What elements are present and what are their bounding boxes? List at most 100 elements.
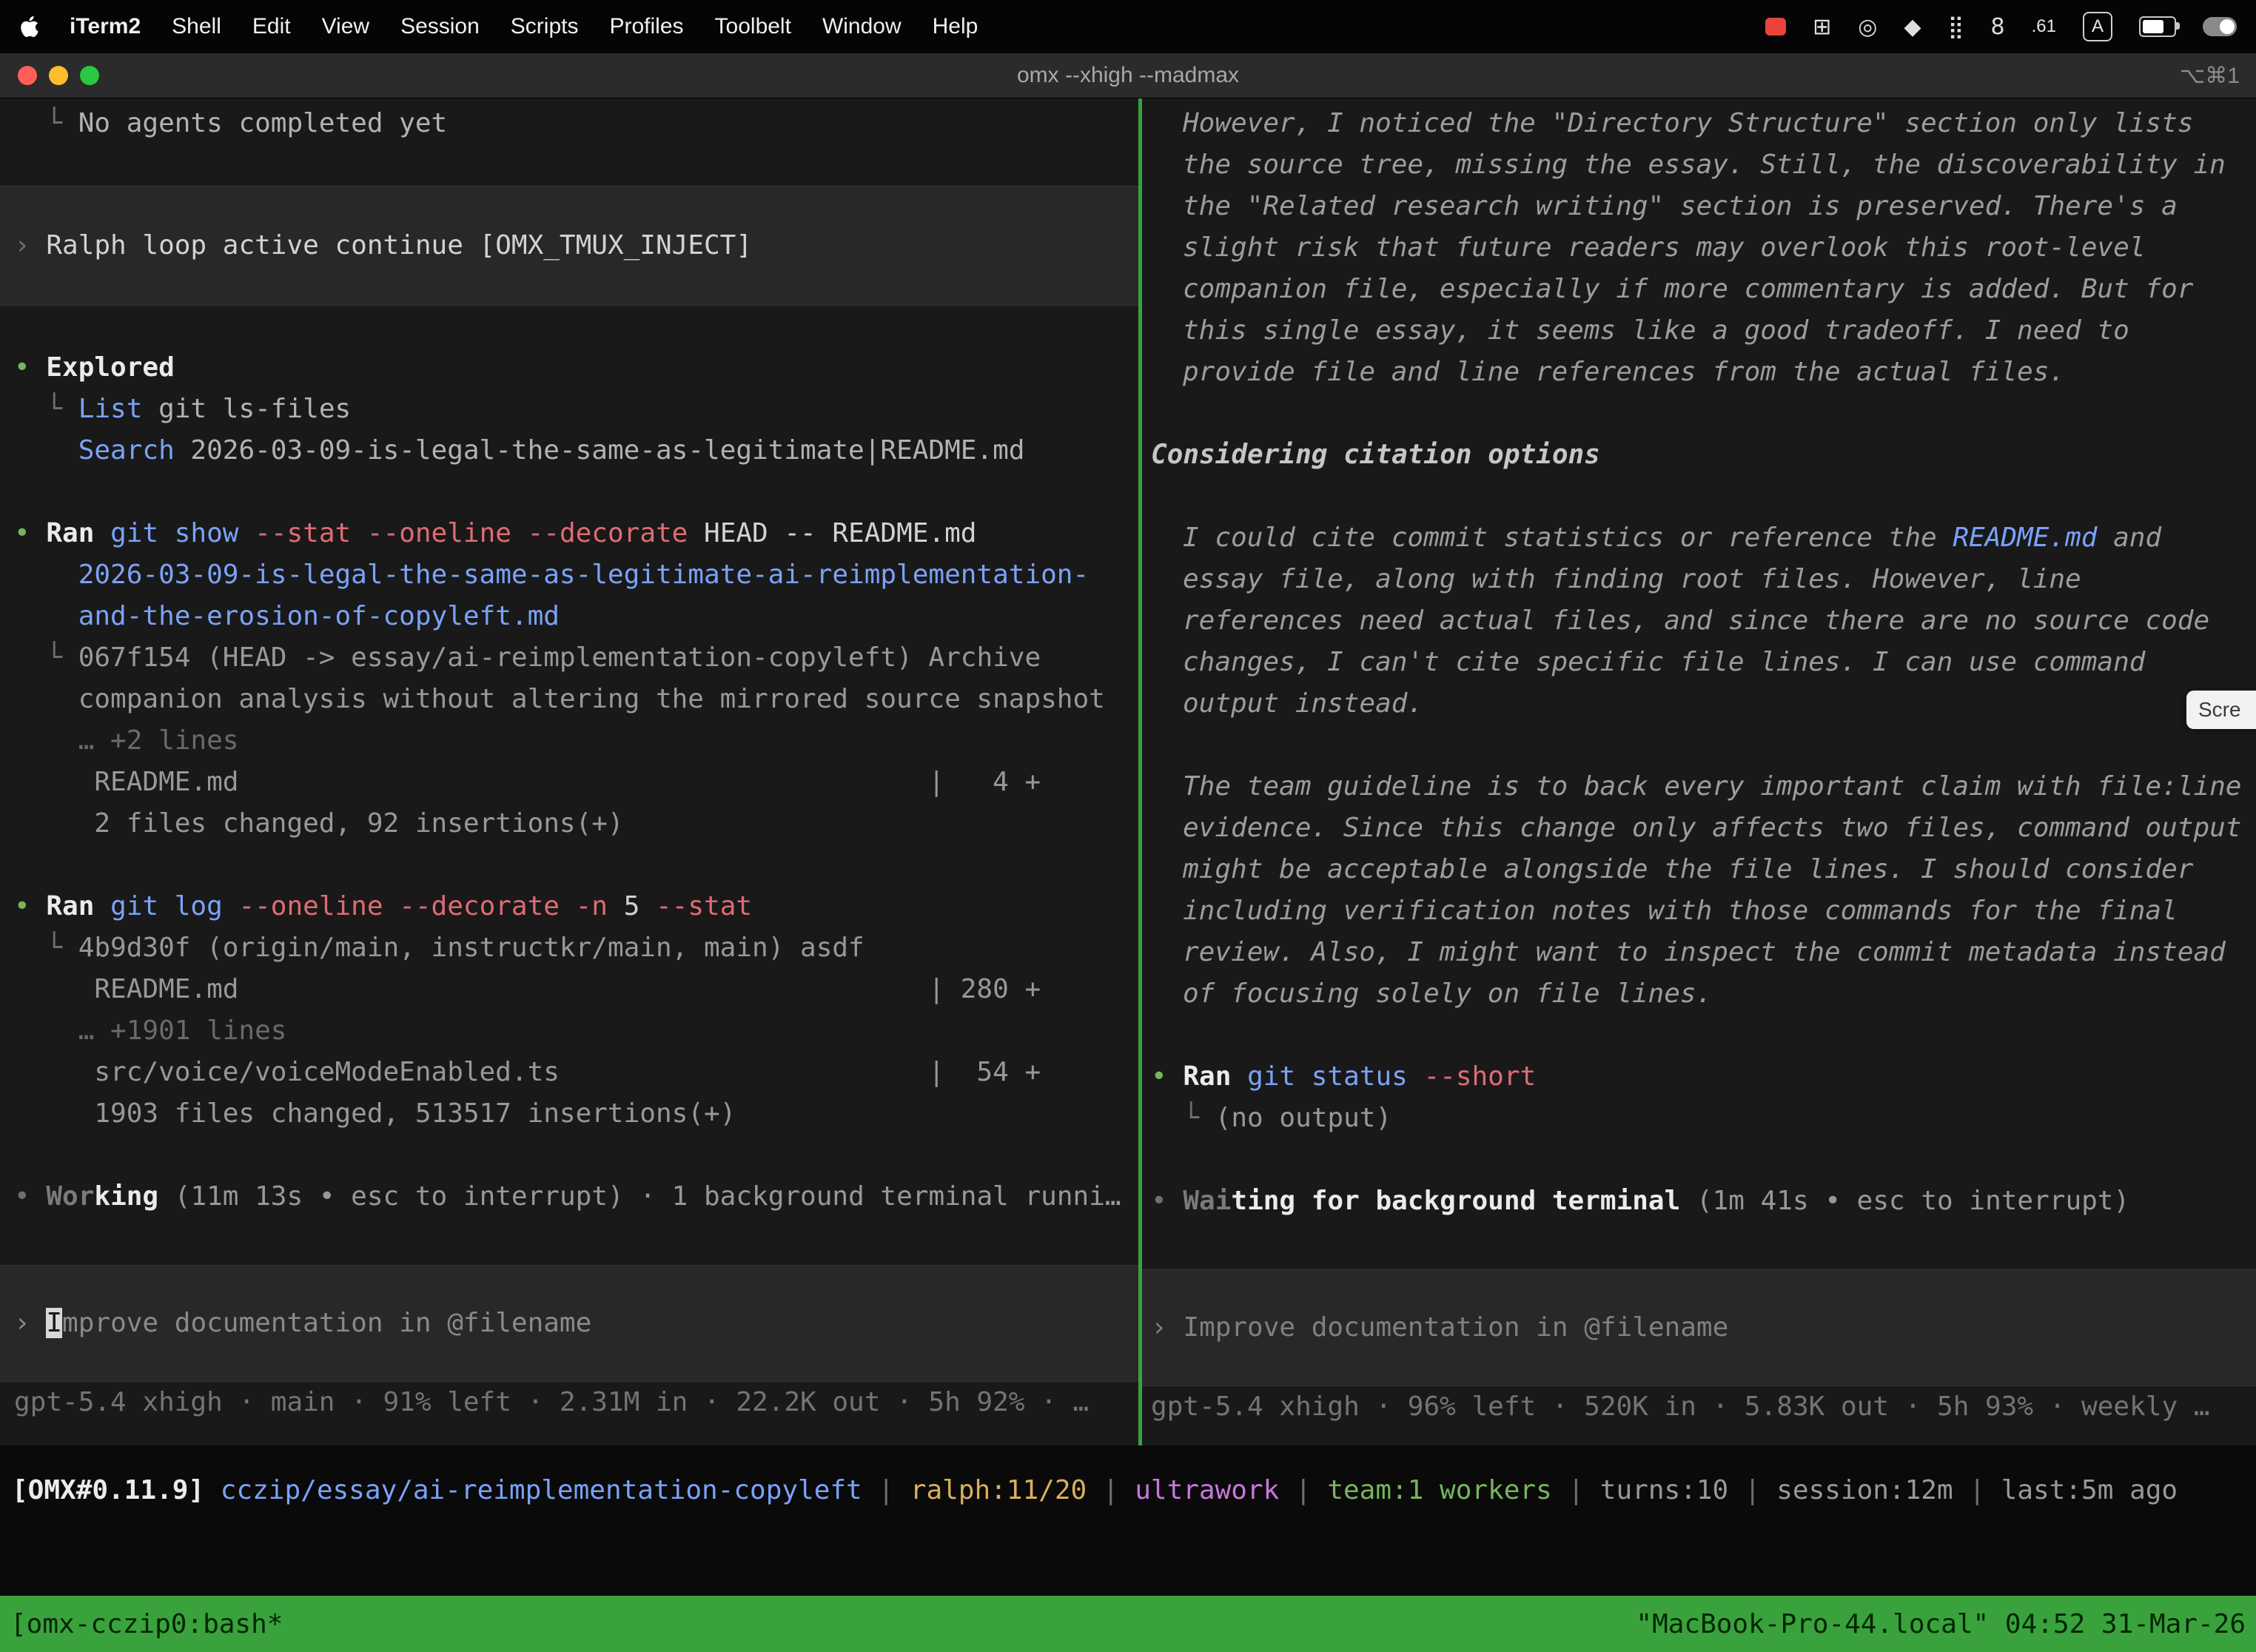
omx-turns: turns:10 [1600, 1475, 1728, 1505]
truncated-lines-note: … +2 lines [0, 720, 1138, 762]
git-flags: --stat [639, 891, 752, 921]
screen-share-notification[interactable]: Scre [2186, 691, 2256, 729]
git-output-line: └ 4b9d30f (origin/main, instructkr/main,… [0, 927, 1138, 969]
diffstat-summary: 1903 files changed, 513517 insertions(+) [0, 1093, 1138, 1135]
tmux-hostname-clock: "MacBook-Pro-44.local" 04:52 31-Mar-26 [1636, 1609, 2246, 1639]
omx-team: team:1 workers [1327, 1475, 1551, 1505]
truncated-lines-note: … +1901 lines [0, 1010, 1138, 1052]
bullet-icon: • [1151, 1061, 1183, 1092]
explored-header: • Explored [0, 347, 1138, 389]
prompt-input-box[interactable]: › Improve documentation in @filename [0, 1265, 1138, 1382]
omx-last-activity: last:5m ago [2001, 1475, 2178, 1505]
diffstat-summary: 2 files changed, 92 insertions(+) [0, 803, 1138, 845]
screen-recording-icon[interactable] [1765, 18, 1786, 36]
menu-item-shell[interactable]: Shell [172, 14, 221, 39]
menu-item-scripts[interactable]: Scripts [511, 14, 579, 39]
agents-completed-note: └ No agents completed yet [0, 103, 1138, 144]
zoom-window-button[interactable] [80, 66, 99, 85]
input-source-icon[interactable]: A [2083, 12, 2112, 41]
menu-item-window[interactable]: Window [822, 14, 902, 39]
omx-ralph-counter: ralph:11/20 [910, 1475, 1087, 1505]
ran-verb: Ran [1183, 1061, 1231, 1092]
git-output-line: └ 067f154 (HEAD -> essay/ai-reimplementa… [0, 637, 1138, 679]
menu-item-profiles[interactable]: Profiles [609, 14, 683, 39]
waiting-status-line: • Waiting for background terminal (1m 41… [1142, 1181, 2256, 1222]
omx-status-bar: [OMX#0.11.9] cczip/essay/ai-reimplementa… [0, 1446, 2256, 1511]
window-hotkey-label: ⌥⌘1 [2180, 63, 2240, 89]
window-controls [18, 66, 99, 85]
omx-session-time: session:12m [1776, 1475, 1953, 1505]
tree-branch-glyph: └ [14, 933, 78, 963]
tool-verb: Search [78, 435, 175, 466]
menu-bar: iTerm2 Shell Edit View Session Scripts P… [0, 0, 2256, 53]
git-flags: --stat --oneline --decorate [238, 518, 688, 548]
git-flags: --short [1408, 1061, 1536, 1092]
diffstat-line: src/voice/voiceModeEnabled.ts | 54 + [0, 1052, 1138, 1093]
git-flags: --oneline --decorate -n [223, 891, 624, 921]
menu-item-edit[interactable]: Edit [252, 14, 291, 39]
tmux-status-bar: [omx-cczip0:bash* "MacBook-Pro-44.local" … [0, 1596, 2256, 1652]
minimize-window-button[interactable] [49, 66, 68, 85]
input-text: Improve documentation in @filename [1183, 1312, 1728, 1343]
menu-item-session[interactable]: Session [400, 14, 480, 39]
reasoning-paragraph: However, I noticed the "Directory Struct… [1142, 103, 2244, 393]
ran-git-show-line: • Ran git show --stat --oneline --decora… [0, 513, 1138, 554]
tree-branch-glyph: └ [1151, 1103, 1215, 1133]
ran-verb: Ran [46, 891, 94, 921]
input-text: mprove documentation in @filename [62, 1308, 591, 1338]
bullet-icon: • [14, 1181, 46, 1212]
menu-item-toolbelt[interactable]: Toolbelt [715, 14, 791, 39]
explored-list-line: └ List git ls-files [0, 389, 1138, 430]
git-output-line: └ (no output) [1142, 1098, 2256, 1139]
left-pane[interactable]: └ No agents completed yet › Ralph loop a… [0, 98, 1138, 1450]
readme-link: README.md [1953, 523, 2097, 553]
git-arg-filename-line: 2026-03-09-is-legal-the-same-as-legitima… [0, 554, 1138, 596]
battery-icon[interactable] [2139, 16, 2176, 37]
grid-icon[interactable]: ⊞ [1813, 14, 1831, 40]
ran-git-log-line: • Ran git log --oneline --decorate -n 5 … [0, 886, 1138, 927]
git-command: git status [1231, 1061, 1407, 1092]
bullet-icon: • [1151, 1186, 1183, 1216]
window-titlebar: omx --xhigh --madmax ⌥⌘1 [0, 53, 2256, 98]
menu-item-view[interactable]: View [322, 14, 369, 39]
reasoning-heading: Considering citation options [1142, 434, 2256, 476]
ran-git-status-line: • Ran git status --short [1142, 1056, 2256, 1098]
diffstat-line: README.md | 4 + [0, 762, 1138, 803]
hotkey-app-icon[interactable]: 8 [1991, 14, 2005, 40]
git-arg-filename-line: and-the-erosion-of-copyleft.md [0, 596, 1138, 637]
git-args: HEAD -- README.md [688, 518, 976, 548]
close-window-button[interactable] [18, 66, 37, 85]
model-status-line: gpt-5.4 xhigh · main · 91% left · 2.31M … [0, 1382, 1138, 1423]
tree-branch-glyph: └ [14, 642, 78, 673]
right-pane[interactable]: However, I noticed the "Directory Struct… [1142, 98, 2256, 1450]
text-cursor: I [46, 1308, 62, 1338]
bullet-icon: • [14, 518, 46, 548]
terminal-content: └ No agents completed yet › Ralph loop a… [0, 98, 2256, 1446]
git-command: git show [94, 518, 238, 548]
tree-branch-glyph: └ [14, 394, 78, 424]
globe-icon[interactable]: ◎ [1858, 14, 1877, 40]
reasoning-paragraph: The team guideline is to back every impo… [1142, 766, 2244, 1015]
git-command: git log [94, 891, 222, 921]
explored-search-line: Search 2026-03-09-is-legal-the-same-as-l… [0, 430, 1138, 471]
reasoning-paragraph: I could cite commit statistics or refere… [1142, 517, 2244, 725]
ralph-loop-banner: › Ralph loop active continue [OMX_TMUX_I… [0, 186, 1138, 306]
menu-item-help[interactable]: Help [933, 14, 978, 39]
bullet-icon: • [14, 352, 46, 383]
display-toggle-icon[interactable] [2203, 17, 2237, 36]
shield-icon[interactable]: ◆ [1904, 14, 1921, 40]
prompt-chevron-icon: › [14, 1308, 46, 1338]
omx-mode: ultrawork [1135, 1475, 1279, 1505]
apps-grid-icon[interactable]: ⣿ [1948, 14, 1964, 40]
prompt-input-box[interactable]: › Improve documentation in @filename [1142, 1269, 2256, 1386]
status-badge[interactable]: .61 [2032, 16, 2056, 37]
tree-branch-glyph: └ [14, 108, 78, 138]
menu-bar-status-icons: ⊞ ◎ ◆ ⣿ 8 .61 A [1765, 12, 2237, 41]
menu-item-iterm2[interactable]: iTerm2 [70, 14, 141, 39]
tmux-session-window: [omx-cczip0:bash* [10, 1609, 283, 1639]
apple-menu[interactable] [19, 15, 40, 38]
bullet-icon: • [14, 891, 46, 921]
prompt-chevron-icon: › [14, 230, 46, 261]
terminal-bottom-area: [OMX#0.11.9] cczip/essay/ai-reimplementa… [0, 1446, 2256, 1652]
omx-worktree-path: cczip/essay/ai-reimplementation-copyleft [221, 1475, 862, 1505]
